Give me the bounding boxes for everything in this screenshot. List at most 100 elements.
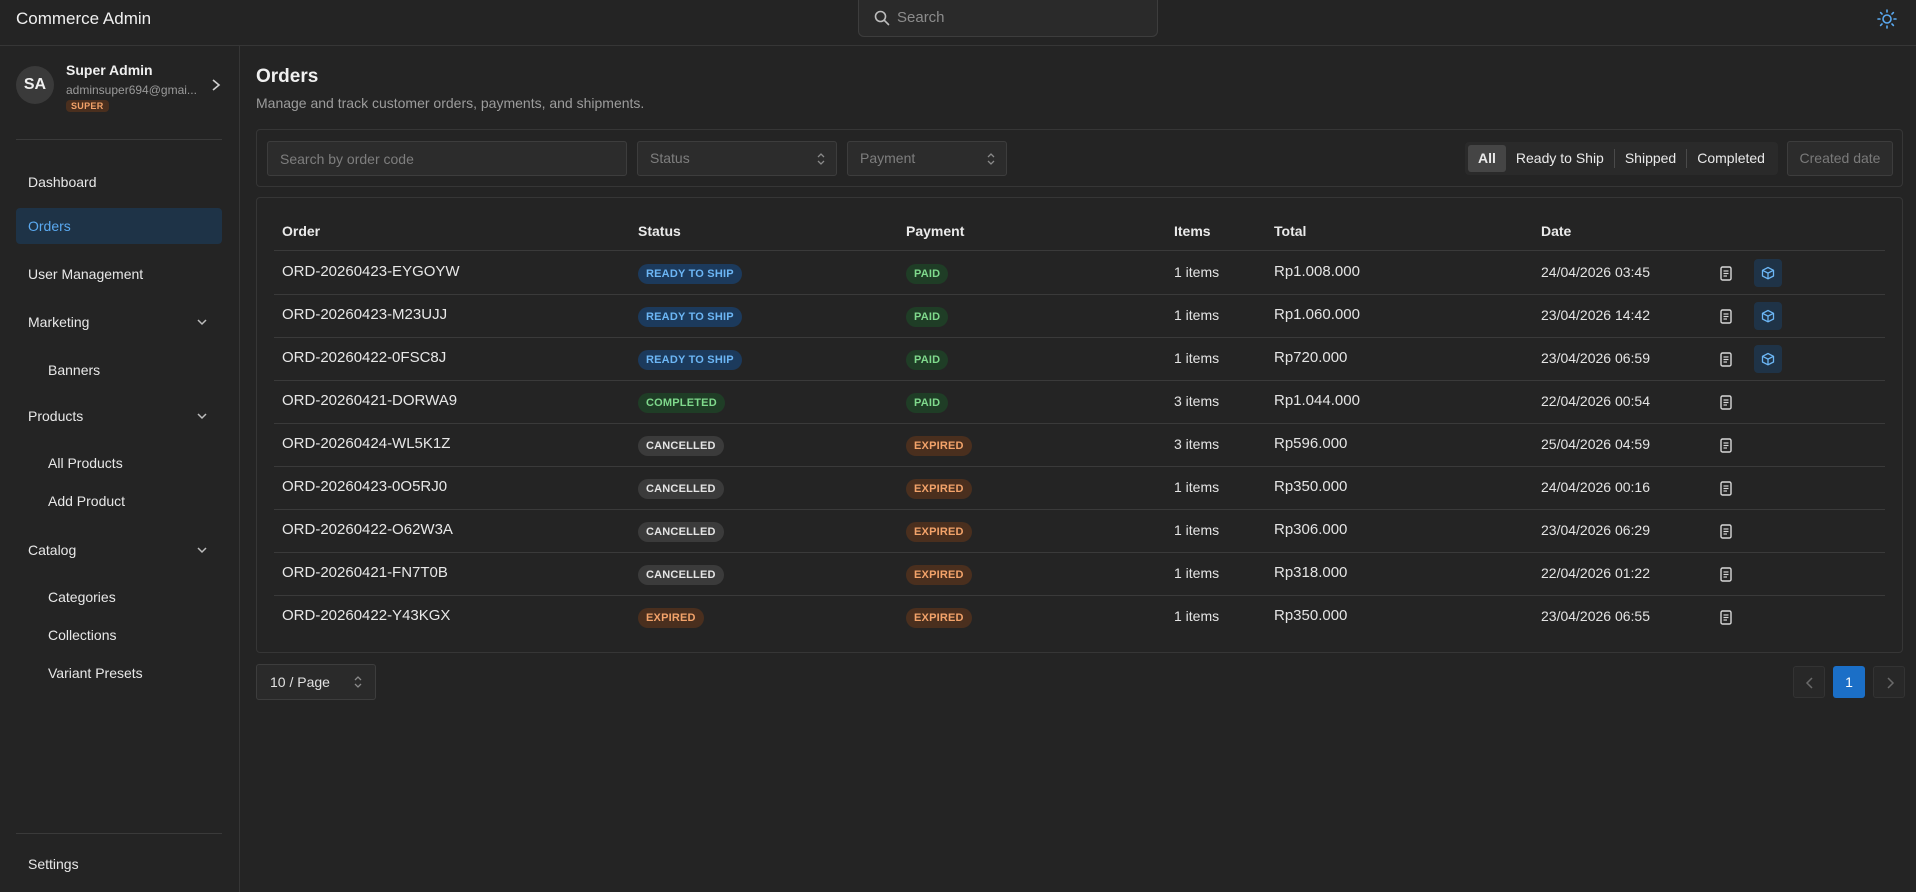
sort-arrows-icon [817, 153, 825, 165]
sidebar-item-settings[interactable]: Settings [16, 846, 222, 882]
status-badge: CANCELLED [638, 522, 724, 542]
column-header-date[interactable]: Date [1541, 223, 1571, 239]
column-header-order[interactable]: Order [282, 223, 320, 239]
order-code[interactable]: ORD-20260424-WL5K1Z [282, 435, 450, 452]
main-content: Orders Manage and track customer orders,… [241, 46, 1916, 892]
payment-badge: EXPIRED [906, 565, 972, 585]
payment-select-placeholder: Payment [860, 150, 916, 166]
payment-badge: PAID [906, 307, 949, 327]
order-code[interactable]: ORD-20260422-Y43KGX [282, 607, 450, 624]
prev-page-button[interactable] [1793, 666, 1825, 698]
sidebar-item-marketing[interactable]: Marketing [16, 304, 222, 340]
invoice-icon[interactable] [1718, 308, 1734, 325]
user-name: Super Admin [66, 62, 153, 78]
table-row[interactable]: ORD-20260424-WL5K1Z CANCELLED EXPIRED 3 ite… [274, 424, 1885, 467]
tab-shipped[interactable]: Shipped [1615, 145, 1686, 172]
order-code[interactable]: ORD-20260423-EYGOYW [282, 263, 460, 280]
payment-badge: EXPIRED [906, 436, 972, 456]
page-size-value: 10 / Page [270, 674, 330, 690]
page-number-button[interactable]: 1 [1833, 666, 1865, 698]
invoice-icon[interactable] [1718, 609, 1734, 626]
order-code-search-input[interactable] [268, 142, 626, 175]
table-row[interactable]: ORD-20260422-0FSC8J READY TO SHIP PAID 1 it… [274, 338, 1885, 381]
user-profile-card[interactable]: SA Super Admin adminsuper694@gmai... SUP… [16, 62, 224, 120]
column-header-total[interactable]: Total [1274, 223, 1306, 239]
tab-ready-to-ship[interactable]: Ready to Ship [1506, 145, 1614, 172]
ship-package-button[interactable] [1754, 259, 1782, 287]
status-badge: READY TO SHIP [638, 307, 742, 327]
invoice-icon[interactable] [1718, 566, 1734, 583]
order-code[interactable]: ORD-20260421-FN7T0B [282, 564, 448, 581]
sun-icon[interactable] [1876, 8, 1898, 30]
order-code[interactable]: ORD-20260423-0O5RJ0 [282, 478, 447, 495]
filter-bar: Status Payment All Ready to Ship Shipped… [256, 129, 1903, 187]
chevron-left-icon [1805, 677, 1813, 689]
sidebar-item-user-management[interactable]: User Management [16, 256, 222, 292]
ship-package-button[interactable] [1754, 302, 1782, 330]
sidebar-item-collections[interactable]: Collections [36, 620, 222, 650]
status-badge: CANCELLED [638, 436, 724, 456]
table-row[interactable]: ORD-20260422-Y43KGX EXPIRED EXPIRED 1 items… [274, 596, 1885, 639]
order-total: Rp318.000 [1274, 564, 1348, 581]
global-search[interactable] [858, 0, 1158, 37]
payment-badge: EXPIRED [906, 522, 972, 542]
payment-badge: EXPIRED [906, 479, 972, 499]
invoice-icon[interactable] [1718, 351, 1734, 368]
table-row[interactable]: ORD-20260421-FN7T0B CANCELLED EXPIRED 1 ite… [274, 553, 1885, 596]
table-row[interactable]: ORD-20260423-M23UJJ READY TO SHIP PAID 1 it… [274, 295, 1885, 338]
user-email: adminsuper694@gmai... [66, 83, 197, 97]
order-total: Rp350.000 [1274, 607, 1348, 624]
created-date-filter[interactable]: Created date [1787, 141, 1893, 176]
sidebar-item-products[interactable]: Products [16, 398, 222, 434]
status-select[interactable]: Status [637, 141, 837, 176]
global-search-input[interactable] [897, 6, 1147, 28]
sort-arrows-icon [987, 153, 995, 165]
table-row[interactable]: ORD-20260421-DORWA9 COMPLETED PAID 3 items R… [274, 381, 1885, 424]
table-row[interactable]: ORD-20260423-EYGOYW READY TO SHIP PAID 1 it… [274, 252, 1885, 295]
item-count: 1 items [1174, 264, 1220, 280]
sidebar-item-variant-presets[interactable]: Variant Presets [36, 658, 222, 688]
table-row[interactable]: ORD-20260422-O62W3A CANCELLED EXPIRED 1 ite… [274, 510, 1885, 553]
sidebar: SA Super Admin adminsuper694@gmai... SUP… [0, 46, 240, 892]
invoice-icon[interactable] [1718, 480, 1734, 497]
sidebar-item-all-products[interactable]: All Products [36, 448, 222, 478]
column-header-items[interactable]: Items [1174, 223, 1211, 239]
tab-all[interactable]: All [1468, 145, 1506, 172]
order-code-search[interactable] [267, 141, 627, 176]
order-date: 23/04/2026 06:59 [1541, 350, 1650, 366]
status-badge: EXPIRED [638, 608, 704, 628]
sidebar-item-categories[interactable]: Categories [36, 582, 222, 612]
order-total: Rp1.008.000 [1274, 263, 1360, 280]
order-date: 22/04/2026 01:22 [1541, 565, 1650, 581]
sidebar-item-orders[interactable]: Orders [16, 208, 222, 244]
sidebar-item-banners[interactable]: Banners [36, 355, 222, 385]
chevron-down-icon [197, 547, 207, 554]
invoice-icon[interactable] [1718, 523, 1734, 540]
sidebar-item-catalog[interactable]: Catalog [16, 532, 222, 568]
app-title: Commerce Admin [16, 9, 152, 28]
column-header-payment[interactable]: Payment [906, 223, 964, 239]
order-code[interactable]: ORD-20260423-M23UJJ [282, 306, 447, 323]
sidebar-item-dashboard[interactable]: Dashboard [16, 164, 222, 200]
chevron-down-icon [197, 319, 207, 326]
sidebar-item-add-product[interactable]: Add Product [36, 486, 222, 516]
next-page-button[interactable] [1873, 666, 1905, 698]
ship-package-button[interactable] [1754, 345, 1782, 373]
table-row[interactable]: ORD-20260423-0O5RJ0 CANCELLED EXPIRED 1 ite… [274, 467, 1885, 510]
status-badge: READY TO SHIP [638, 264, 742, 284]
invoice-icon[interactable] [1718, 437, 1734, 454]
order-total: Rp1.044.000 [1274, 392, 1360, 409]
order-code[interactable]: ORD-20260422-O62W3A [282, 521, 453, 538]
invoice-icon[interactable] [1718, 394, 1734, 411]
item-count: 1 items [1174, 350, 1220, 366]
invoice-icon[interactable] [1718, 265, 1734, 282]
payment-select[interactable]: Payment [847, 141, 1007, 176]
page-size-select[interactable]: 10 / Page [256, 664, 376, 700]
column-header-status[interactable]: Status [638, 223, 681, 239]
page-subtitle: Manage and track customer orders, paymen… [256, 95, 645, 111]
tab-completed[interactable]: Completed [1687, 145, 1775, 172]
order-date: 23/04/2026 14:42 [1541, 307, 1650, 323]
order-code[interactable]: ORD-20260422-0FSC8J [282, 349, 446, 366]
chevron-right-icon [212, 79, 221, 91]
order-code[interactable]: ORD-20260421-DORWA9 [282, 392, 457, 409]
